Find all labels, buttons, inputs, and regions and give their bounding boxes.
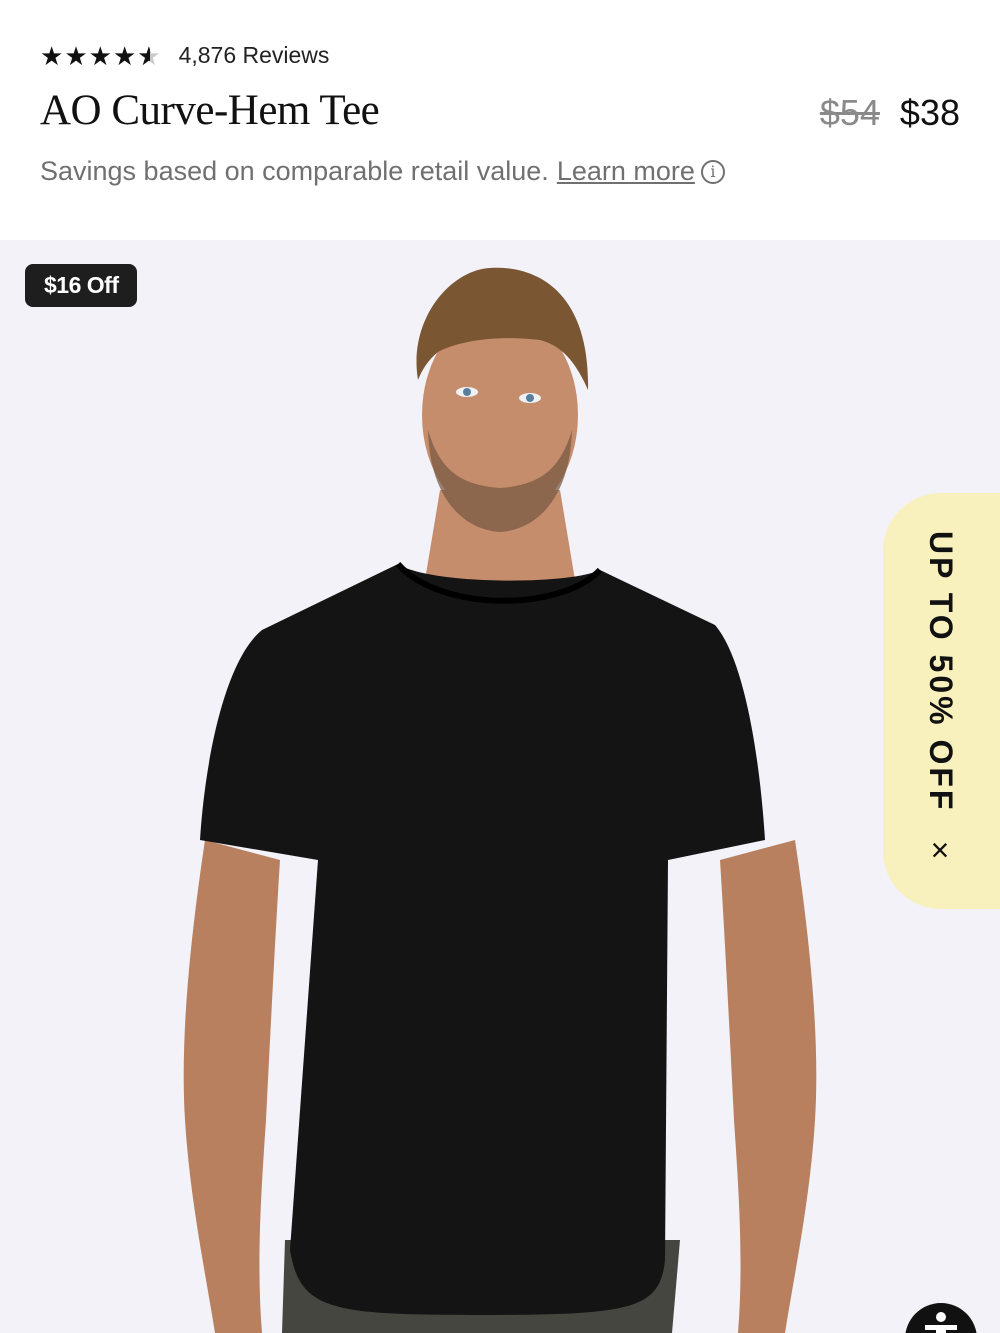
promo-text[interactable]: UP TO 50% OFF xyxy=(922,531,959,812)
price-block: $54 $38 xyxy=(820,92,960,134)
model-photo xyxy=(183,267,817,1333)
learn-more-link[interactable]: Learn more xyxy=(557,156,695,187)
savings-note: Savings based on comparable retail value… xyxy=(40,156,725,187)
sale-price: $38 xyxy=(899,92,960,133)
star-icon: ★ xyxy=(112,40,137,71)
original-price: $54 xyxy=(819,92,880,133)
product-title: AO Curve-Hem Tee xyxy=(40,87,380,134)
star-rating: ★ ★ ★ ★ ★ ★ xyxy=(40,43,161,69)
product-image[interactable]: $16 Off UP TO 50% OFF × xyxy=(0,240,1000,1333)
promo-tab[interactable]: UP TO 50% OFF × xyxy=(883,493,1000,909)
savings-text: Savings based on comparable retail value… xyxy=(40,156,549,186)
discount-badge: $16 Off xyxy=(25,264,138,307)
close-icon[interactable]: × xyxy=(925,834,955,866)
info-icon[interactable]: i xyxy=(700,159,725,184)
accessibility-icon xyxy=(925,1312,957,1333)
rating-row[interactable]: ★ ★ ★ ★ ★ ★ 4,876 Reviews xyxy=(40,42,329,69)
product-header: ★ ★ ★ ★ ★ ★ 4,876 Reviews AO Curve-Hem Te… xyxy=(0,0,1000,240)
half-star-icon: ★ ★ xyxy=(137,40,161,71)
star-icon: ★ xyxy=(64,40,88,71)
star-icon: ★ xyxy=(40,40,64,71)
star-icon: ★ xyxy=(88,40,112,71)
reviews-count[interactable]: 4,876 Reviews xyxy=(179,42,330,69)
